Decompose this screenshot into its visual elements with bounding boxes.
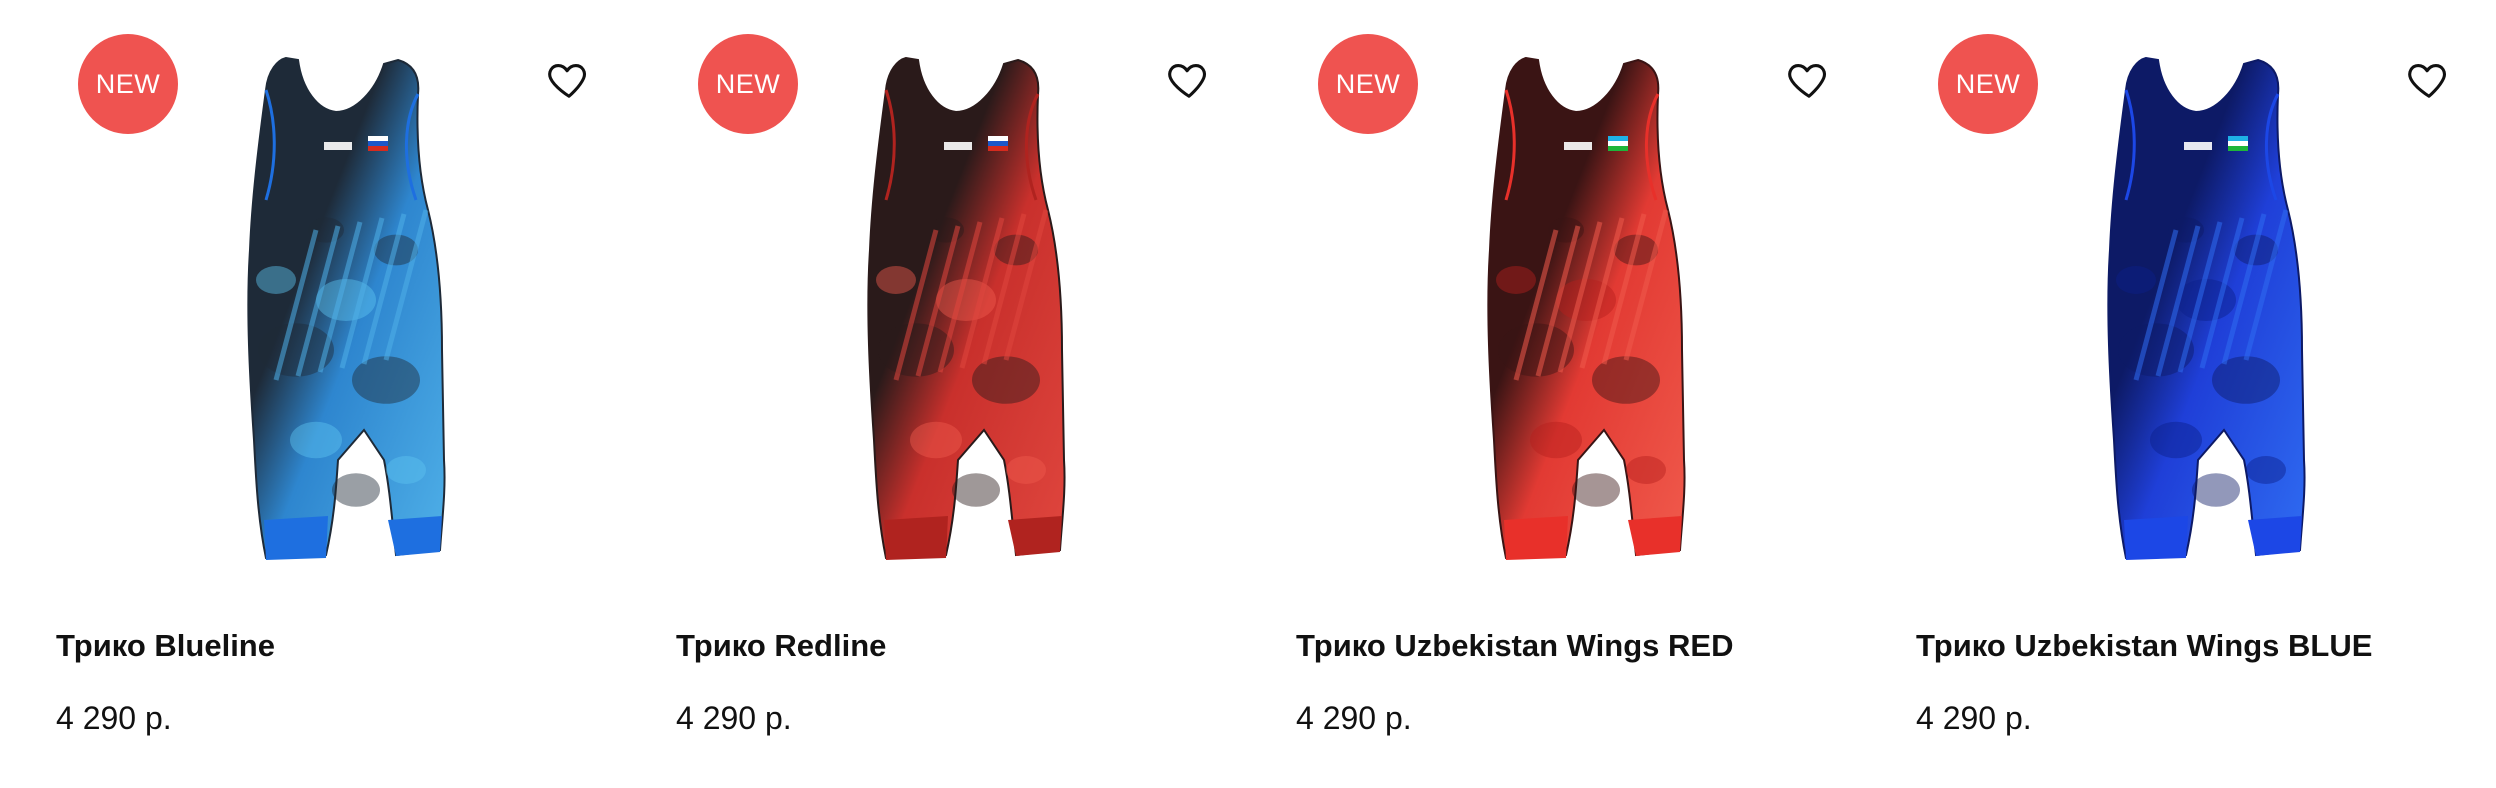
- leg-trim-left: [884, 516, 948, 560]
- product-card[interactable]: NEW Трико Redline 4 290 р.: [676, 0, 1296, 788]
- pattern-patch: [1530, 421, 1582, 459]
- new-badge: NEW: [78, 34, 178, 134]
- pattern-patch: [2192, 473, 2240, 507]
- flag-uz-blue: [2228, 136, 2248, 141]
- product-price: 4 290 р.: [1296, 700, 1412, 736]
- flag-uz-white: [1608, 141, 1628, 146]
- pattern-patch: [936, 279, 996, 321]
- brand-logo: [1564, 142, 1592, 150]
- pattern-patch: [332, 473, 380, 507]
- pattern-patch: [386, 456, 426, 484]
- new-badge: NEW: [1938, 34, 2038, 134]
- leg-trim-left: [2124, 516, 2188, 560]
- heart-outline-icon[interactable]: [546, 56, 592, 102]
- pattern-patch: [290, 421, 342, 459]
- leg-trim-left: [264, 516, 328, 560]
- product-image[interactable]: [826, 50, 1116, 580]
- new-badge: NEW: [1318, 34, 1418, 134]
- flag-uz-blue: [1608, 136, 1628, 141]
- product-image[interactable]: [2066, 50, 2356, 580]
- product-price: 4 290 р.: [56, 700, 172, 736]
- flag-uz-green: [1608, 146, 1628, 151]
- flag-russia-white: [988, 136, 1008, 141]
- product-card[interactable]: NEW Трико Uzbekistan Wings BLUE 4 290 р.: [1916, 0, 2496, 788]
- leg-trim-right: [2248, 516, 2302, 556]
- brand-logo: [2184, 142, 2212, 150]
- flag-russia-red: [368, 146, 388, 151]
- pattern-patch: [876, 266, 916, 294]
- product-title[interactable]: Трико Uzbekistan Wings BLUE: [1916, 628, 2372, 664]
- flag-russia-white: [368, 136, 388, 141]
- pattern-patch: [1626, 456, 1666, 484]
- leg-trim-right: [1628, 516, 1682, 556]
- flag-uz-green: [2228, 146, 2248, 151]
- pattern-patch: [2116, 266, 2156, 294]
- heart-outline-icon[interactable]: [1786, 56, 1832, 102]
- leg-trim-right: [1008, 516, 1062, 556]
- flag-uz-white: [2228, 141, 2248, 146]
- product-price: 4 290 р.: [676, 700, 792, 736]
- product-price: 4 290 р.: [1916, 700, 2032, 736]
- pattern-patch: [1572, 473, 1620, 507]
- brand-logo: [944, 142, 972, 150]
- pattern-patch: [1496, 266, 1536, 294]
- pattern-patch: [316, 279, 376, 321]
- heart-outline-icon[interactable]: [1166, 56, 1212, 102]
- flag-russia-red: [988, 146, 1008, 151]
- product-image[interactable]: [1446, 50, 1736, 580]
- pattern-patch: [952, 473, 1000, 507]
- pattern-patch: [910, 421, 962, 459]
- product-grid: NEW Трико Blueline 4 290 р. NEW Трико Re…: [0, 0, 2496, 788]
- flag-russia-blue: [988, 141, 1008, 146]
- flag-russia-blue: [368, 141, 388, 146]
- heart-outline-icon[interactable]: [2406, 56, 2452, 102]
- product-title[interactable]: Трико Uzbekistan Wings RED: [1296, 628, 1733, 664]
- pattern-patch: [1006, 456, 1046, 484]
- product-image[interactable]: [206, 50, 496, 580]
- product-card[interactable]: NEW Трико Uzbekistan Wings RED 4 290 р.: [1296, 0, 1916, 788]
- pattern-patch: [2176, 279, 2236, 321]
- pattern-patch: [2150, 421, 2202, 459]
- product-title[interactable]: Трико Blueline: [56, 628, 275, 664]
- pattern-patch: [2246, 456, 2286, 484]
- brand-logo: [324, 142, 352, 150]
- product-title[interactable]: Трико Redline: [676, 628, 886, 664]
- leg-trim-right: [388, 516, 442, 556]
- pattern-patch: [1556, 279, 1616, 321]
- leg-trim-left: [1504, 516, 1568, 560]
- new-badge: NEW: [698, 34, 798, 134]
- pattern-patch: [256, 266, 296, 294]
- product-card[interactable]: NEW Трико Blueline 4 290 р.: [56, 0, 676, 788]
